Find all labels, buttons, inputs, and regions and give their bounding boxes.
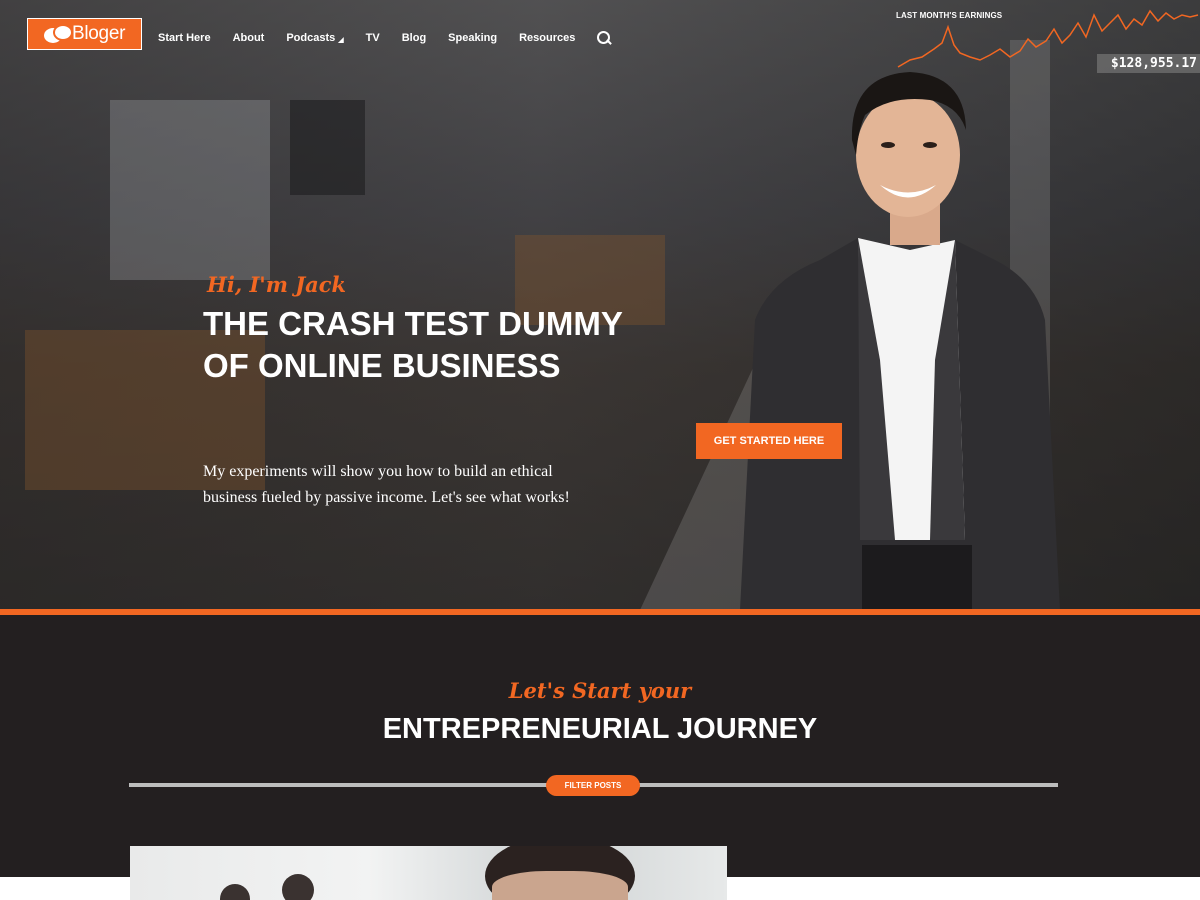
get-started-button[interactable]: GET STARTED HERE: [696, 423, 842, 459]
hero-intro-text: My experiments will show you how to buil…: [203, 463, 570, 506]
nav-item-label: Blog: [401, 31, 427, 44]
nav-item-label: Resources: [519, 31, 576, 44]
nav-item-label: Podcasts: [286, 31, 336, 44]
featured-post-image[interactable]: [130, 846, 727, 900]
nav-item-label: About: [232, 31, 265, 44]
earnings-value: $128,955.17: [1097, 54, 1200, 73]
nav-item-podcasts[interactable]: Podcasts ◢: [286, 32, 343, 44]
section-title: ENTREPRENEURIAL JOURNEY: [382, 713, 818, 745]
nav-item-blog[interactable]: Blog: [402, 32, 426, 44]
section-script-title: Let's Start your: [508, 678, 692, 703]
nav-item-tv[interactable]: TV: [366, 32, 380, 44]
nav-item-about[interactable]: About: [233, 32, 265, 44]
site-logo[interactable]: Bloger: [27, 18, 142, 50]
nav-item-label: TV: [365, 31, 380, 44]
caret-down-icon: ◢: [338, 36, 344, 44]
logo-text: Bloger: [72, 23, 126, 44]
nav-item-speaking[interactable]: Speaking: [448, 32, 497, 44]
nav-item-start-here[interactable]: Start Here: [158, 32, 211, 44]
hero-background-window: [110, 100, 270, 280]
hero-headline: THE CRASH TEST DUMMY OF ONLINE BUSINESS: [203, 305, 623, 384]
earnings-label: LAST MONTH'S EARNINGS: [896, 11, 1003, 20]
nav-item-resources[interactable]: Resources: [519, 32, 575, 44]
hero-background-screen: [290, 100, 365, 195]
hero-person-image: [740, 72, 1060, 610]
filter-posts-button[interactable]: FILTER POSTS: [546, 775, 640, 796]
hero-divider: [0, 609, 1200, 615]
hero-section: Hi, I'm Jack THE CRASH TEST DUMMY OF ONL…: [0, 0, 1200, 610]
speech-bubble-icon: [44, 23, 74, 45]
nav-item-label: Start Here: [158, 31, 211, 44]
hero-greeting: Hi, I'm Jack: [207, 272, 347, 297]
search-icon[interactable]: [597, 31, 611, 45]
nav-item-label: Speaking: [448, 31, 498, 44]
main-nav: Start Here About Podcasts ◢ TV Blog Speak…: [158, 30, 611, 45]
